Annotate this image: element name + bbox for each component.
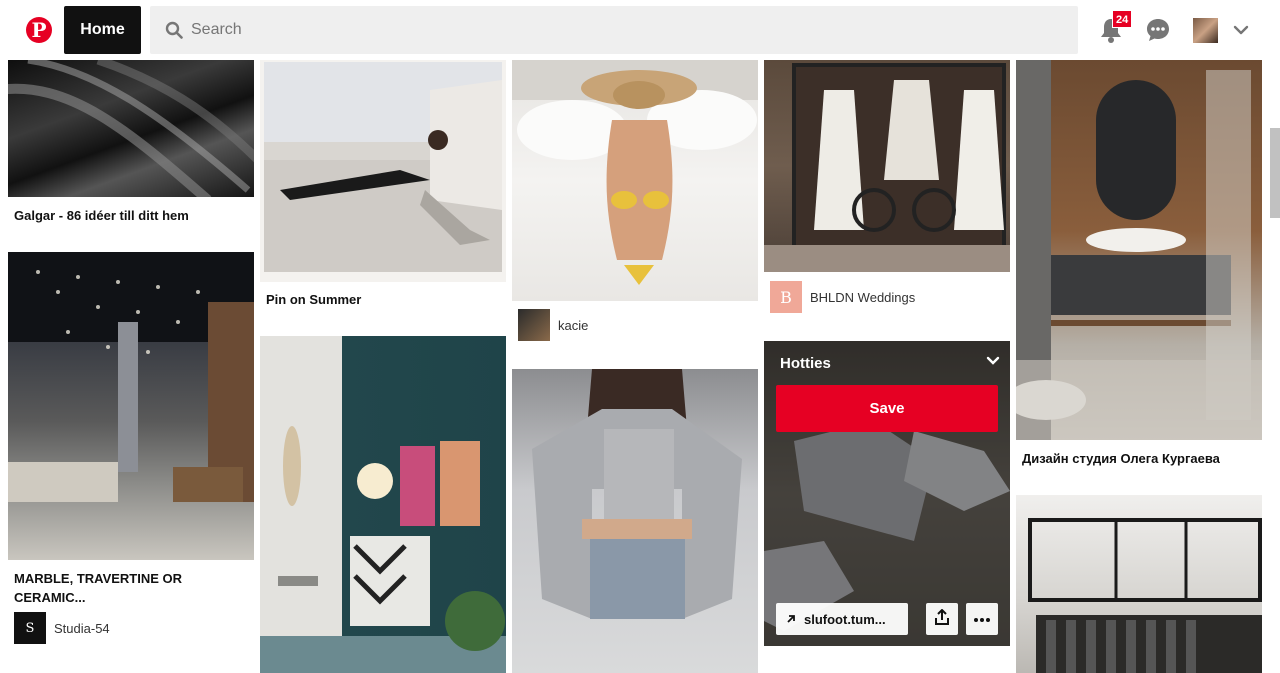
pin-image-bathroom[interactable] — [1016, 60, 1262, 440]
pin-attribution[interactable]: B BHLDN Weddings — [770, 281, 915, 313]
pin-image-summer[interactable] — [260, 60, 506, 282]
pin-image-grey-outfit[interactable] — [512, 369, 758, 673]
arrow-up-right-icon — [786, 612, 796, 627]
board-name: Hotties — [780, 354, 831, 372]
pin-image-galgar[interactable] — [8, 60, 254, 197]
profile-avatar[interactable] — [1193, 18, 1218, 43]
pin-image-interior-marble[interactable] — [8, 252, 254, 560]
chevron-down-icon[interactable] — [1233, 22, 1249, 38]
pin-image-bikini[interactable] — [512, 60, 758, 301]
top-nav: P Home 24 — [0, 0, 1280, 60]
board-selector[interactable]: Hotties — [780, 354, 1000, 372]
ellipsis-icon — [973, 610, 991, 628]
share-button[interactable] — [926, 603, 958, 635]
share-icon — [934, 608, 950, 630]
source-link-button[interactable]: slufoot.tum... — [776, 603, 908, 635]
more-options-button[interactable] — [966, 603, 998, 635]
pin-title[interactable]: Galgar - 86 idéer till ditt hem — [14, 206, 250, 225]
pin-attribution[interactable]: S Studia-54 — [14, 612, 110, 644]
creator-avatar — [518, 309, 550, 341]
search-bar[interactable] — [150, 6, 1078, 54]
pin-image-teal-room[interactable] — [260, 336, 506, 673]
notification-count-badge: 24 — [1112, 10, 1133, 28]
search-icon — [165, 21, 183, 39]
pin-image-bridal-store[interactable] — [764, 60, 1010, 272]
messages-icon[interactable] — [1145, 17, 1171, 43]
creator-name: kacie — [558, 317, 589, 333]
pin-image-wardrobe[interactable] — [1016, 495, 1262, 673]
pinterest-logo-icon[interactable]: P — [26, 17, 52, 43]
save-button[interactable]: Save — [776, 385, 998, 432]
pin-attribution[interactable]: kacie — [518, 309, 588, 341]
creator-avatar: S — [14, 612, 46, 644]
pin-title[interactable]: MARBLE, TRAVERTINE OR CERAMIC... — [14, 569, 234, 607]
creator-avatar: B — [770, 281, 802, 313]
pin-title[interactable]: Pin on Summer — [266, 290, 502, 309]
creator-name: BHLDN Weddings — [810, 289, 916, 305]
search-input[interactable] — [191, 21, 1051, 39]
page-scrollbar[interactable] — [1270, 128, 1280, 218]
home-button[interactable]: Home — [64, 6, 141, 54]
source-link-label: slufoot.tum... — [804, 611, 886, 627]
creator-name: Studia-54 — [54, 620, 110, 636]
pin-title[interactable]: Дизайн студия Олега Кургаева — [1022, 449, 1258, 468]
chevron-down-icon[interactable] — [986, 354, 1000, 372]
